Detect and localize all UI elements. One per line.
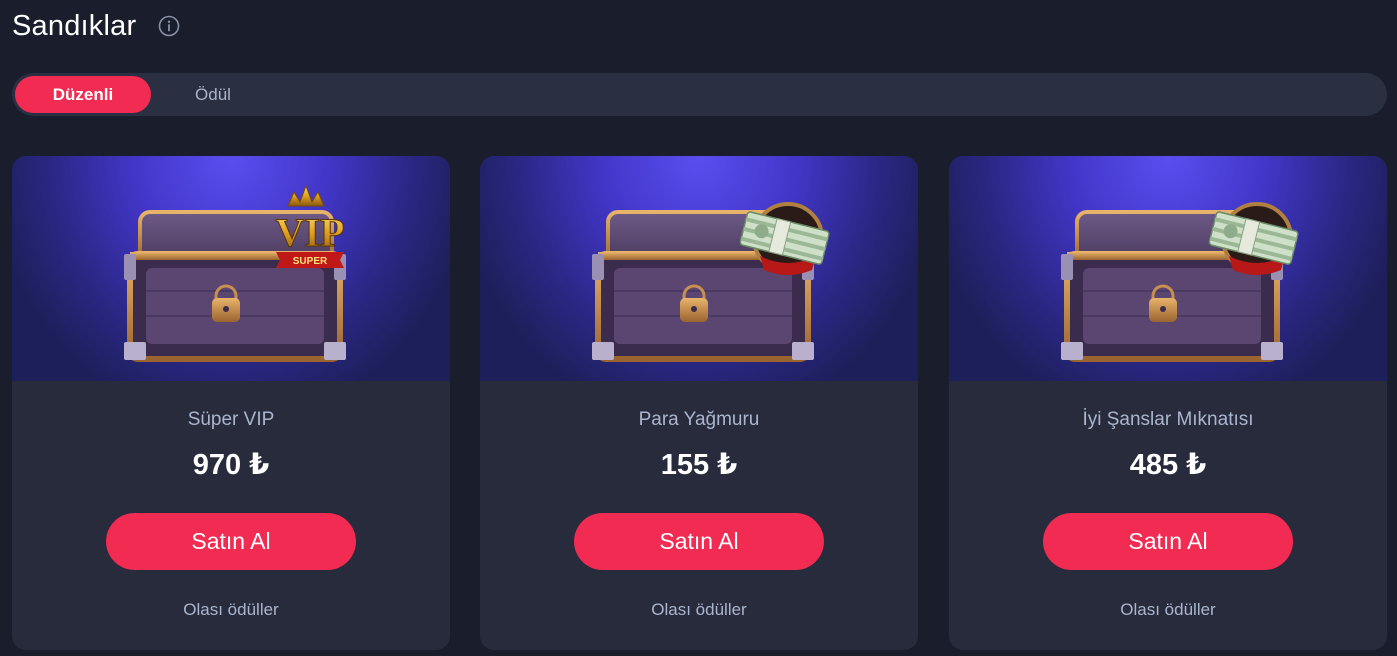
chest-name: Para Yağmuru <box>638 409 760 430</box>
page-title: Sandıklar <box>12 9 137 42</box>
possible-rewards-link[interactable]: Olası ödüller <box>949 600 1387 620</box>
chest-name: Süper VIP <box>187 409 275 430</box>
buy-button[interactable]: Satın Al <box>1043 513 1293 570</box>
possible-rewards-link[interactable]: Olası ödüller <box>12 600 450 620</box>
chest-price: 485 ₺ <box>1129 449 1207 481</box>
chest-name: İyi Şanslar Mıknatısı <box>1082 409 1254 430</box>
vip-chest-icon: VIP SUPER <box>124 184 346 362</box>
chest-image <box>949 156 1387 381</box>
chest-card: Para Yağmuru 155 ₺ Satın Al Olası ödülle… <box>480 156 918 650</box>
info-circle-icon[interactable] <box>158 15 180 37</box>
vip-badge-text: VIP <box>276 210 345 255</box>
chest-price: 970 ₺ <box>192 449 270 481</box>
money-chest-icon <box>592 202 830 362</box>
chest-image: VIP SUPER <box>12 156 450 381</box>
money-chest-icon <box>1061 202 1299 362</box>
chest-image <box>480 156 918 381</box>
chest-type-tabs: Düzenli Ödül <box>12 73 1387 116</box>
vip-badge-subtext: SUPER <box>293 256 328 267</box>
chest-price: 155 ₺ <box>660 449 738 481</box>
page-header: Sandıklar <box>12 6 180 46</box>
tab-reward[interactable]: Ödül <box>153 76 273 113</box>
buy-button[interactable]: Satın Al <box>106 513 356 570</box>
possible-rewards-link[interactable]: Olası ödüller <box>480 600 918 620</box>
chest-card: İyi Şanslar Mıknatısı 485 ₺ Satın Al Ola… <box>949 156 1387 650</box>
chest-card: VIP SUPER Süper VIP 970 ₺ Satın Al Olası… <box>12 156 450 650</box>
tab-regular[interactable]: Düzenli <box>15 76 151 113</box>
buy-button[interactable]: Satın Al <box>574 513 824 570</box>
